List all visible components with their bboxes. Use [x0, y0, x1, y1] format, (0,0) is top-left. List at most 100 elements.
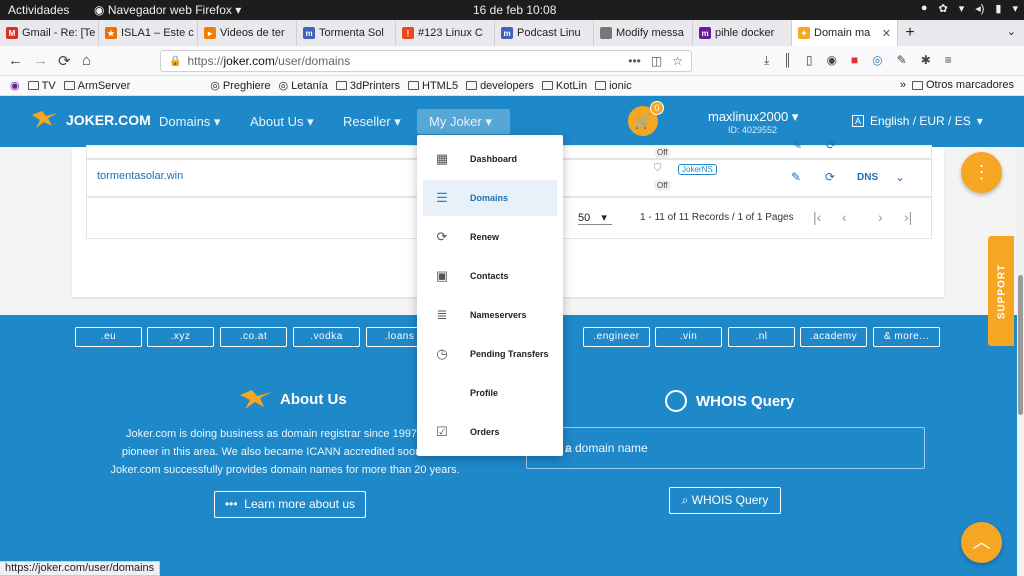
support-tab[interactable]: SUPPORT — [988, 236, 1014, 346]
extensions-icon[interactable]: ✱ — [921, 53, 931, 68]
bookmark-item[interactable]: ◎ Preghiere — [210, 79, 270, 93]
extension-icon[interactable]: ✎ — [897, 53, 907, 68]
browser-tab[interactable]: ★ ISLA1 – Este c — [99, 20, 198, 46]
nav-my-joker[interactable]: My Joker ▾ — [417, 109, 510, 134]
records-info: 1 - 11 of 11 Records / 1 of 1 Pages — [640, 212, 794, 223]
bookmark-item[interactable]: KotLin — [541, 80, 587, 92]
library-icon[interactable]: ║ — [783, 53, 792, 68]
more-bookmarks-icon[interactable]: » — [900, 79, 906, 91]
language-selector[interactable]: A English / EUR / ES ▾ — [852, 114, 983, 128]
menu-item-contacts[interactable]: ▣ Contacts — [423, 258, 557, 294]
first-page-icon[interactable]: |‹ — [813, 209, 821, 225]
battery-icon[interactable]: ▮ — [995, 2, 1001, 15]
per-page-select[interactable]: 50 ▾ — [578, 211, 612, 225]
account-icon[interactable]: ◉ — [826, 53, 836, 68]
browser-tab[interactable]: m Tormenta Sol — [297, 20, 396, 46]
new-tab-button[interactable]: + — [898, 20, 922, 46]
list-tabs-icon[interactable]: ⌄ — [1007, 25, 1016, 38]
more-options-button[interactable]: ⋮ — [961, 152, 1002, 193]
slack-tray-icon[interactable]: ✿ — [938, 2, 947, 15]
menu-item-nameservers[interactable]: ≣ Nameservers — [423, 297, 557, 333]
menu-icon[interactable]: ≡ — [945, 53, 952, 68]
domain-link[interactable]: tormentasolar.win — [97, 170, 183, 182]
other-bookmarks-folder[interactable]: Otros marcadores — [911, 79, 1014, 91]
extension-icon[interactable]: ■ — [851, 53, 858, 68]
prev-page-icon[interactable]: ‹ — [842, 209, 847, 225]
whois-search-input[interactable]: a domain name ⌕ — [526, 427, 925, 469]
chrome-tray-icon[interactable]: ● — [921, 2, 928, 15]
tld-button[interactable]: .xyz — [147, 327, 214, 347]
browser-tab[interactable]: M Gmail - Re: [Te — [0, 20, 99, 46]
activities-button[interactable]: Actividades — [8, 3, 69, 17]
renew-icon[interactable]: ⟳ — [826, 138, 836, 152]
system-tray[interactable]: ● ✿ ▾ ◂) ▮ ▾ — [921, 2, 1018, 15]
system-menu-icon[interactable]: ▾ — [1012, 2, 1018, 15]
extension-icon[interactable]: ◎ — [872, 53, 882, 68]
joker-logo[interactable]: JOKER.COM — [30, 110, 151, 130]
pocket-icon[interactable]: ◫ — [651, 54, 662, 68]
menu-item-pending-transfers[interactable]: ◷ Pending Transfers — [423, 336, 557, 372]
bookmark-item[interactable]: HTML5 — [408, 80, 458, 92]
scrollbar-thumb[interactable] — [1018, 275, 1023, 415]
bookmark-icon[interactable]: ◉ — [10, 79, 20, 92]
tld-button[interactable]: .engineer — [583, 327, 650, 347]
nav-domains[interactable]: Domains ▾ — [147, 109, 232, 134]
forward-button[interactable]: → — [33, 52, 48, 69]
scroll-top-button[interactable]: ︿ — [961, 522, 1002, 563]
user-menu[interactable]: maxlinux2000 ▾ — [708, 109, 798, 125]
tld-button[interactable]: .vin — [655, 327, 722, 347]
page-actions-icon[interactable]: ••• — [628, 54, 641, 68]
dns-button[interactable]: DNS — [857, 172, 878, 183]
last-page-icon[interactable]: ›| — [904, 209, 912, 225]
browser-tab[interactable]: m pihle docker — [693, 20, 792, 46]
bookmark-item[interactable]: TV — [27, 80, 56, 92]
url-bar[interactable]: 🔒 https://joker.com/user/domains ••• ◫ ☆ — [160, 50, 692, 72]
menu-item-dashboard[interactable]: ▦ Dashboard — [423, 141, 557, 177]
sidebar-icon[interactable]: ▯ — [806, 53, 813, 68]
close-tab-icon[interactable]: ✕ — [882, 27, 891, 40]
menu-item-renew[interactable]: ⟳ Renew — [423, 219, 557, 255]
browser-tab[interactable]: m Podcast Linu — [495, 20, 594, 46]
back-button[interactable]: ← — [8, 52, 23, 69]
search-icon[interactable]: ⌕ — [565, 440, 912, 456]
nameserver-badge: JokerNS — [678, 164, 717, 175]
chevron-down-icon[interactable]: ⌄ — [895, 170, 905, 184]
bookmark-item[interactable]: ArmServer — [63, 80, 130, 92]
tld-button[interactable]: & more... — [873, 327, 940, 347]
volume-icon[interactable]: ◂) — [975, 2, 984, 15]
menu-item-orders[interactable]: ☑ Orders — [423, 414, 557, 450]
wifi-icon[interactable]: ▾ — [959, 2, 965, 15]
tld-button[interactable]: .academy — [800, 327, 867, 347]
edit-icon[interactable]: ✎ — [792, 138, 802, 152]
bookmark-star-icon[interactable]: ☆ — [672, 54, 683, 68]
renew-icon[interactable]: ⟳ — [825, 170, 835, 184]
browser-tab[interactable]: ! #123 Linux C — [396, 20, 495, 46]
downloads-icon[interactable]: ⤓ — [764, 53, 769, 68]
clock[interactable]: 16 de feb 10:08 — [473, 3, 556, 17]
tld-button[interactable]: .vodka — [293, 327, 360, 347]
app-menu[interactable]: ◉ Navegador web Firefox ▾ — [94, 3, 241, 17]
tab-label: Videos de ter — [220, 27, 285, 39]
tld-button[interactable]: .nl — [728, 327, 795, 347]
bookmark-item[interactable]: developers — [466, 80, 534, 92]
whois-query-button[interactable]: ⌕ WHOIS Query — [669, 487, 781, 514]
browser-tab[interactable]: ✦ Domain ma ✕ — [792, 20, 898, 46]
browser-tab[interactable]: ▸ Videos de ter — [198, 20, 297, 46]
edit-icon[interactable]: ✎ — [791, 170, 801, 184]
menu-item-profile[interactable]: Profile — [423, 375, 557, 411]
nav-reseller[interactable]: Reseller ▾ — [331, 109, 413, 134]
globe-icon — [665, 390, 687, 412]
nav-about-us[interactable]: About Us ▾ — [238, 109, 326, 134]
tld-button[interactable]: .co.at — [220, 327, 287, 347]
bookmark-item[interactable]: 3dPrinters — [335, 80, 400, 92]
tld-button[interactable]: .eu — [75, 327, 142, 347]
reload-button[interactable]: ⟳ — [58, 52, 71, 70]
bookmark-item[interactable]: ionic — [595, 80, 632, 92]
bookmark-item[interactable]: ◎ Letanía — [279, 79, 328, 93]
menu-item-label: Domains — [470, 193, 509, 203]
home-button[interactable]: ⌂ — [82, 52, 91, 69]
learn-more-button[interactable]: ••• Learn more about us — [214, 491, 366, 518]
browser-tab[interactable]: Modify messa — [594, 20, 693, 46]
menu-item-domains[interactable]: ☰ Domains — [423, 180, 557, 216]
next-page-icon[interactable]: › — [878, 209, 883, 225]
